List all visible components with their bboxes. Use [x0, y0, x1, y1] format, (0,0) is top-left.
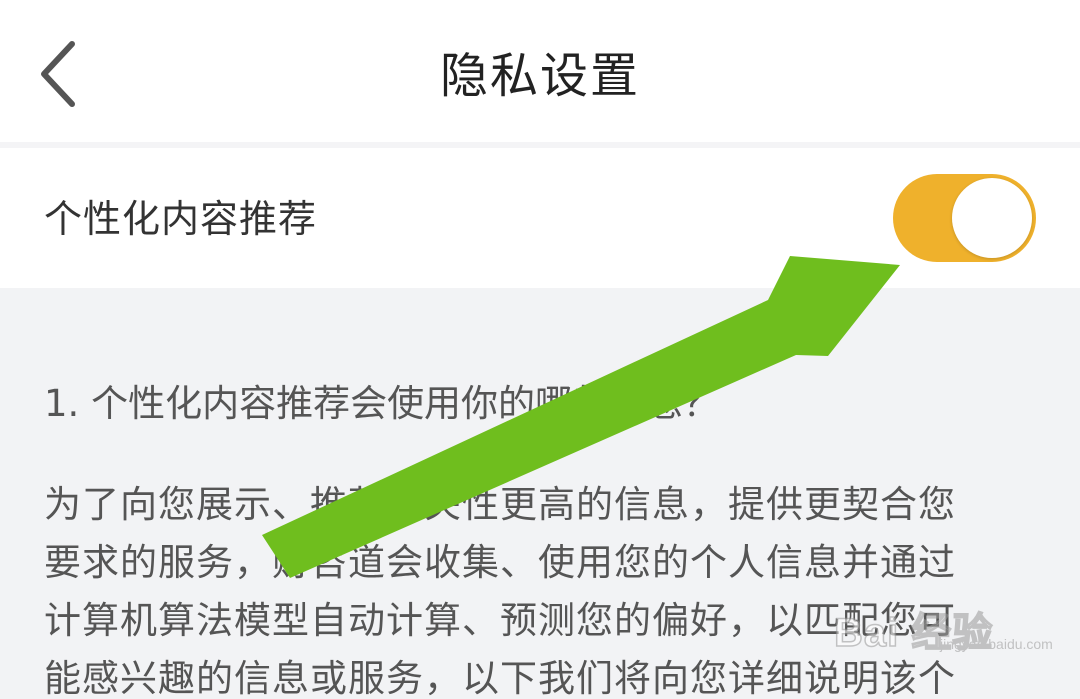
personalized-recommendation-toggle[interactable]: [893, 174, 1036, 262]
setting-label: 个性化内容推荐: [44, 197, 318, 241]
faq-question: 1. 个性化内容推荐会使用你的哪些信息？: [44, 382, 721, 425]
page-title: 隐私设置: [439, 48, 640, 104]
faq-answer-line: 为了向您展示、推荐相关性更高的信息，提供更契合您: [44, 483, 956, 526]
faq-answer: 为了向您展示、推荐相关性更高的信息，提供更契合您 要求的服务，财咨道会收集、使用…: [44, 476, 1034, 699]
toggle-knob: [952, 178, 1032, 258]
baidu-jingyan-watermark: Bai 经验 jingyan.baidu.com: [820, 596, 1060, 656]
watermark-subtext: jingyan.baidu.com: [940, 636, 1053, 652]
setting-row-personalized-recommendation: 个性化内容推荐: [0, 148, 1080, 288]
app-header: 隐私设置: [0, 0, 1080, 142]
faq-answer-line: 要求的服务，财咨道会收集、使用您的个人信息并通过: [44, 541, 956, 584]
